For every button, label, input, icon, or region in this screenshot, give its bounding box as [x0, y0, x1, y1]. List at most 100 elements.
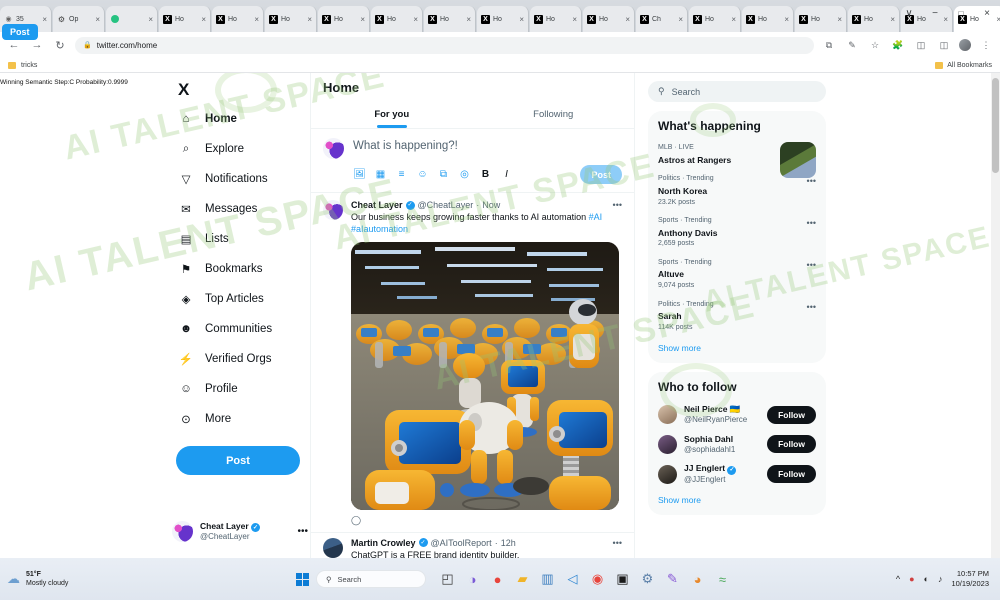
tab-close-icon[interactable]: × — [95, 15, 100, 24]
browser-tab[interactable]: XHo × — [265, 6, 317, 32]
retweet-icon[interactable] — [401, 515, 451, 526]
taskbar-clock[interactable]: 10:57 PM 10/19/2023 — [951, 569, 989, 589]
sidebar-item-communities[interactable]: ☻ Communities — [168, 314, 308, 344]
follow-button[interactable]: Follow — [767, 405, 816, 424]
chrome-icon[interactable]: ● — [489, 571, 506, 588]
sublime-icon[interactable]: ≈ — [714, 571, 731, 588]
bookmark-star-icon[interactable]: ☆ — [867, 37, 883, 53]
wifi-icon[interactable]: ◐ — [924, 574, 929, 584]
browser-tab[interactable]: XHo × — [424, 6, 476, 32]
scrollbar-thumb[interactable] — [992, 78, 999, 173]
bookmark-tricks[interactable]: tricks — [21, 62, 37, 69]
image-icon[interactable]: 🖼 — [353, 168, 366, 181]
tab-close-icon[interactable]: × — [731, 15, 736, 24]
avatar[interactable] — [658, 464, 677, 484]
follow-suggestion[interactable]: JJ Englert ✓ @JJEnglert Follow — [658, 459, 816, 489]
tab-close-icon[interactable]: × — [42, 15, 47, 24]
bold-icon[interactable]: B — [479, 168, 492, 181]
tweet-menu-icon[interactable]: ••• — [613, 538, 622, 548]
sidebar-item-home[interactable]: ⌂ Home — [168, 104, 308, 134]
extensions-icon[interactable]: 🧩 — [890, 37, 906, 53]
tab-close-icon[interactable]: × — [360, 15, 365, 24]
trend-item[interactable]: Politics · Trending North Korea 23.2K post… — [658, 170, 816, 212]
tab-for-you[interactable]: For you — [311, 101, 473, 128]
follow-suggestion[interactable]: Neil Pierce 🇺🇦 @NeilRyanPierce Follow — [658, 400, 816, 429]
sidebar-item-notifications[interactable]: ▽ Notifications — [168, 164, 308, 194]
who-to-follow-show-more[interactable]: Show more — [658, 489, 816, 507]
browser-tab[interactable]: XHo × — [530, 6, 582, 32]
avatar[interactable] — [658, 434, 677, 454]
post-button[interactable]: Post — [176, 446, 300, 475]
reading-list-icon[interactable]: ◫ — [913, 37, 929, 53]
tweet-author-name[interactable]: Cheat Layer — [351, 200, 403, 210]
browser-tab[interactable]: XHo × — [742, 6, 794, 32]
sidebar-item-top-articles[interactable]: ◈ Top Articles — [168, 284, 308, 314]
compose-post-button[interactable]: Post — [580, 165, 622, 184]
terminal-icon[interactable]: ▣ — [614, 571, 631, 588]
browser-tab[interactable]: XHo × — [583, 6, 635, 32]
chrome2-icon[interactable]: ◉ — [589, 571, 606, 588]
tab-search-button[interactable]: ∨ — [896, 0, 922, 26]
start-button-icon[interactable] — [296, 572, 309, 586]
minimize-button[interactable]: − — [922, 0, 948, 26]
tab-close-icon[interactable]: × — [837, 15, 842, 24]
x-logo-icon[interactable]: X — [178, 81, 308, 98]
share-icon[interactable] — [551, 515, 601, 526]
like-icon[interactable] — [451, 515, 501, 526]
follow-suggestion[interactable]: Sophia Dahl @sophiadahl1 Follow — [658, 430, 816, 459]
location-icon[interactable]: ◎ — [458, 168, 471, 181]
tab-close-icon[interactable]: × — [890, 15, 895, 24]
paint-icon[interactable]: ✎ — [664, 571, 681, 588]
tweet-item[interactable]: Cheat Layer ✓ @CheatLayer · Now ••• Our … — [311, 192, 634, 532]
sidebar-item-verified-orgs[interactable]: ⚡ Verified Orgs — [168, 344, 308, 374]
trend-menu-icon[interactable]: ••• — [807, 260, 816, 270]
file-explorer-icon[interactable]: ▰ — [514, 571, 531, 588]
sidebar-item-more[interactable]: ⊙ More — [168, 404, 308, 434]
browser-tab[interactable]: XHo × — [795, 6, 847, 32]
whats-happening-show-more[interactable]: Show more — [658, 337, 816, 355]
tab-close-icon[interactable]: × — [519, 15, 524, 24]
settings-icon[interactable]: ⚙ — [639, 571, 656, 588]
account-menu-icon[interactable]: ••• — [297, 526, 308, 537]
tweet-author-name[interactable]: Martin Crowley — [351, 538, 416, 548]
tab-close-icon[interactable]: × — [148, 15, 153, 24]
tab-close-icon[interactable]: × — [413, 15, 418, 24]
reply-icon[interactable]: ◯ — [351, 515, 401, 526]
close-window-button[interactable]: × — [974, 0, 1000, 26]
sidebar-item-messages[interactable]: ✉ Messages — [168, 194, 308, 224]
gif-icon[interactable]: ▦ — [374, 168, 387, 181]
tab-close-icon[interactable]: × — [784, 15, 789, 24]
tab-following[interactable]: Following — [473, 101, 635, 128]
browser-tab[interactable]: XHo × — [477, 6, 529, 32]
taskbar-search[interactable]: ⚲ Search — [316, 570, 426, 588]
account-switcher[interactable]: Cheat Layer ✓ @CheatLayer ••• — [172, 521, 308, 543]
chrome-menu-icon[interactable]: ⋮ — [978, 37, 994, 53]
avatar[interactable] — [323, 200, 343, 220]
emoji-icon[interactable]: ☺ — [416, 168, 429, 181]
tweet-menu-icon[interactable]: ••• — [613, 200, 622, 210]
trend-item[interactable]: MLB · LIVE Astros at Rangers — [658, 139, 816, 178]
browser-tab[interactable]: XHo × — [689, 6, 741, 32]
task-view-icon[interactable]: ◰ — [439, 571, 456, 588]
trend-menu-icon[interactable]: ••• — [807, 218, 816, 228]
chat-icon[interactable]: ◑ — [464, 571, 481, 588]
poll-icon[interactable]: ≡ — [395, 168, 408, 181]
browser-tab[interactable]: X Ch × — [636, 6, 688, 32]
trend-menu-icon[interactable]: ••• — [807, 302, 816, 312]
volume-icon[interactable]: ♪ — [938, 574, 943, 584]
all-bookmarks-group[interactable]: All Bookmarks — [935, 61, 992, 69]
avatar[interactable] — [658, 405, 677, 425]
store-icon[interactable]: ▥ — [539, 571, 556, 588]
tab-close-icon[interactable]: × — [678, 15, 683, 24]
follow-button[interactable]: Follow — [767, 435, 816, 454]
share-icon[interactable]: ⧉ — [821, 37, 837, 53]
tab-close-icon[interactable]: × — [466, 15, 471, 24]
tab-close-icon[interactable]: × — [254, 15, 259, 24]
sidebar-item-lists[interactable]: ▤ Lists — [168, 224, 308, 254]
tab-close-icon[interactable]: × — [307, 15, 312, 24]
reload-icon[interactable]: ↻ — [52, 37, 68, 53]
browser-tab[interactable]: XHo × — [848, 6, 900, 32]
edit-icon[interactable]: ✎ — [844, 37, 860, 53]
sidebar-item-profile[interactable]: ☺ Profile — [168, 374, 308, 404]
follow-button[interactable]: Follow — [767, 465, 816, 484]
